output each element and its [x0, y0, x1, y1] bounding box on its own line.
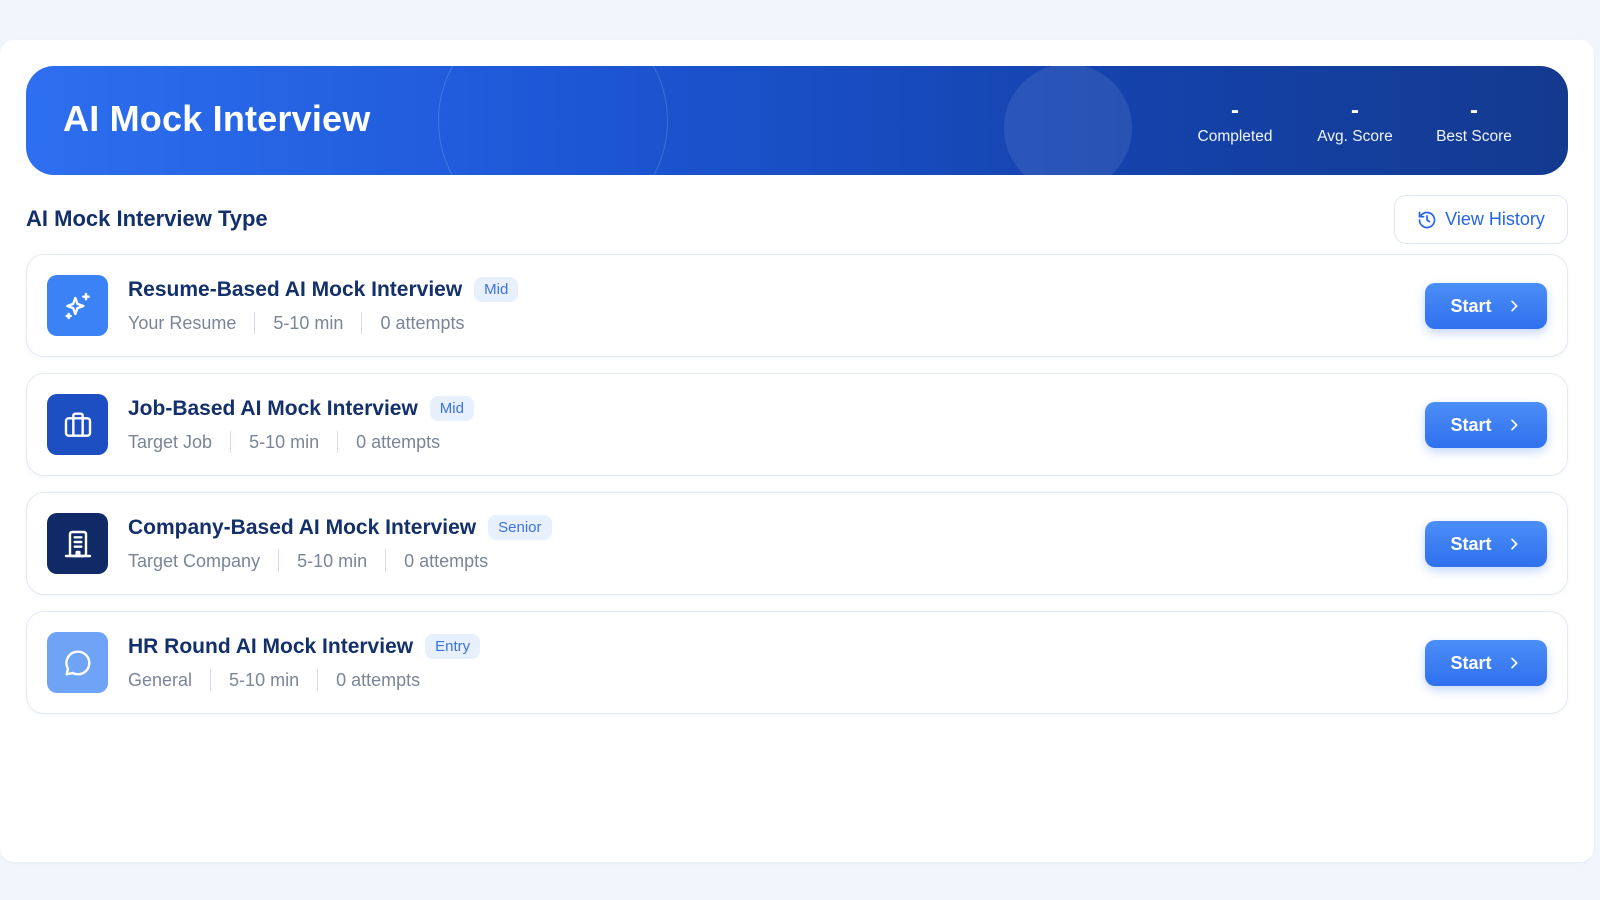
card-icon-tile: [47, 275, 108, 336]
card-title-row: Company-Based AI Mock Interview Senior: [128, 515, 552, 540]
interview-card-company: Company-Based AI Mock Interview Senior T…: [26, 492, 1568, 595]
decorative-circle: [1004, 66, 1132, 175]
interview-title: Job-Based AI Mock Interview: [128, 396, 418, 420]
stat-avg-score: - Avg. Score: [1300, 97, 1410, 146]
divider: [230, 431, 232, 453]
start-label: Start: [1450, 295, 1492, 316]
card-meta: General 5-10 min 0 attempts: [128, 669, 420, 691]
stat-value: -: [1470, 97, 1478, 124]
interview-title: HR Round AI Mock Interview: [128, 634, 414, 658]
view-history-button[interactable]: View History: [1394, 195, 1568, 244]
history-icon: [1418, 211, 1436, 228]
start-label: Start: [1450, 533, 1492, 554]
interview-source: Target Company: [128, 550, 261, 571]
card-meta: Target Job 5-10 min 0 attempts: [128, 431, 440, 453]
chevron-right-icon: [1510, 657, 1517, 669]
interview-duration: 5-10 min: [249, 431, 320, 452]
start-button[interactable]: Start: [1425, 640, 1547, 686]
card-title-row: Job-Based AI Mock Interview Mid: [128, 396, 474, 421]
header-banner: AI Mock Interview - Completed - Avg. Sco…: [26, 66, 1568, 175]
level-badge: Mid: [429, 396, 474, 421]
interview-attempts: 0 attempts: [356, 431, 441, 452]
stat-label: Best Score: [1436, 128, 1512, 145]
level-badge: Entry: [425, 634, 481, 659]
stat-value: -: [1351, 97, 1359, 124]
view-history-label: View History: [1445, 209, 1545, 229]
divider: [278, 550, 280, 572]
main-panel: AI Mock Interview - Completed - Avg. Sco…: [0, 40, 1594, 862]
decorative-ring: [438, 66, 668, 175]
card-title-row: Resume-Based AI Mock Interview Mid: [128, 277, 519, 302]
divider: [361, 312, 363, 334]
interview-attempts: 0 attempts: [336, 669, 421, 690]
card-icon-tile: [47, 513, 108, 574]
interview-title: Company-Based AI Mock Interview: [128, 515, 477, 539]
interview-duration: 5-10 min: [273, 312, 344, 333]
interview-title: Resume-Based AI Mock Interview: [128, 277, 463, 301]
stat-label: Completed: [1197, 128, 1273, 145]
interview-card-job: Job-Based AI Mock Interview Mid Target J…: [26, 373, 1568, 476]
start-label: Start: [1450, 414, 1492, 435]
page-title: AI Mock Interview: [63, 98, 371, 139]
interview-attempts: 0 attempts: [380, 312, 465, 333]
interview-card-resume: Resume-Based AI Mock Interview Mid Your …: [26, 254, 1568, 357]
start-button[interactable]: Start: [1425, 283, 1547, 329]
divider: [254, 312, 256, 334]
interview-source: General: [128, 669, 193, 690]
stat-label: Avg. Score: [1317, 128, 1393, 145]
interview-duration: 5-10 min: [229, 669, 300, 690]
start-button[interactable]: Start: [1425, 402, 1547, 448]
interview-duration: 5-10 min: [297, 550, 368, 571]
chat-icon: [64, 649, 90, 676]
building-icon: [64, 530, 91, 557]
divider: [337, 431, 339, 453]
chevron-right-icon: [1510, 419, 1517, 431]
card-icon-tile: [47, 632, 108, 693]
sparkle-icon: [64, 292, 90, 319]
section-title: AI Mock Interview Type: [26, 206, 268, 231]
start-button[interactable]: Start: [1425, 521, 1547, 567]
level-badge: Senior: [488, 515, 552, 540]
card-meta: Target Company 5-10 min 0 attempts: [128, 550, 488, 572]
divider: [317, 669, 319, 691]
card-title-row: HR Round AI Mock Interview Entry: [128, 634, 481, 659]
chevron-right-icon: [1510, 300, 1517, 312]
stat-completed: - Completed: [1180, 97, 1290, 146]
interview-attempts: 0 attempts: [404, 550, 489, 571]
stat-best-score: - Best Score: [1419, 97, 1529, 146]
interview-card-hr: HR Round AI Mock Interview Entry General…: [26, 611, 1568, 714]
start-label: Start: [1450, 652, 1492, 673]
divider: [385, 550, 387, 572]
divider: [210, 669, 212, 691]
card-icon-tile: [47, 394, 108, 455]
briefcase-icon: [64, 411, 91, 437]
stat-value: -: [1231, 97, 1239, 124]
chevron-right-icon: [1510, 538, 1517, 550]
card-meta: Your Resume 5-10 min 0 attempts: [128, 312, 464, 334]
interview-source: Target Job: [128, 431, 213, 452]
level-badge: Mid: [474, 277, 519, 302]
interview-source: Your Resume: [128, 312, 237, 333]
